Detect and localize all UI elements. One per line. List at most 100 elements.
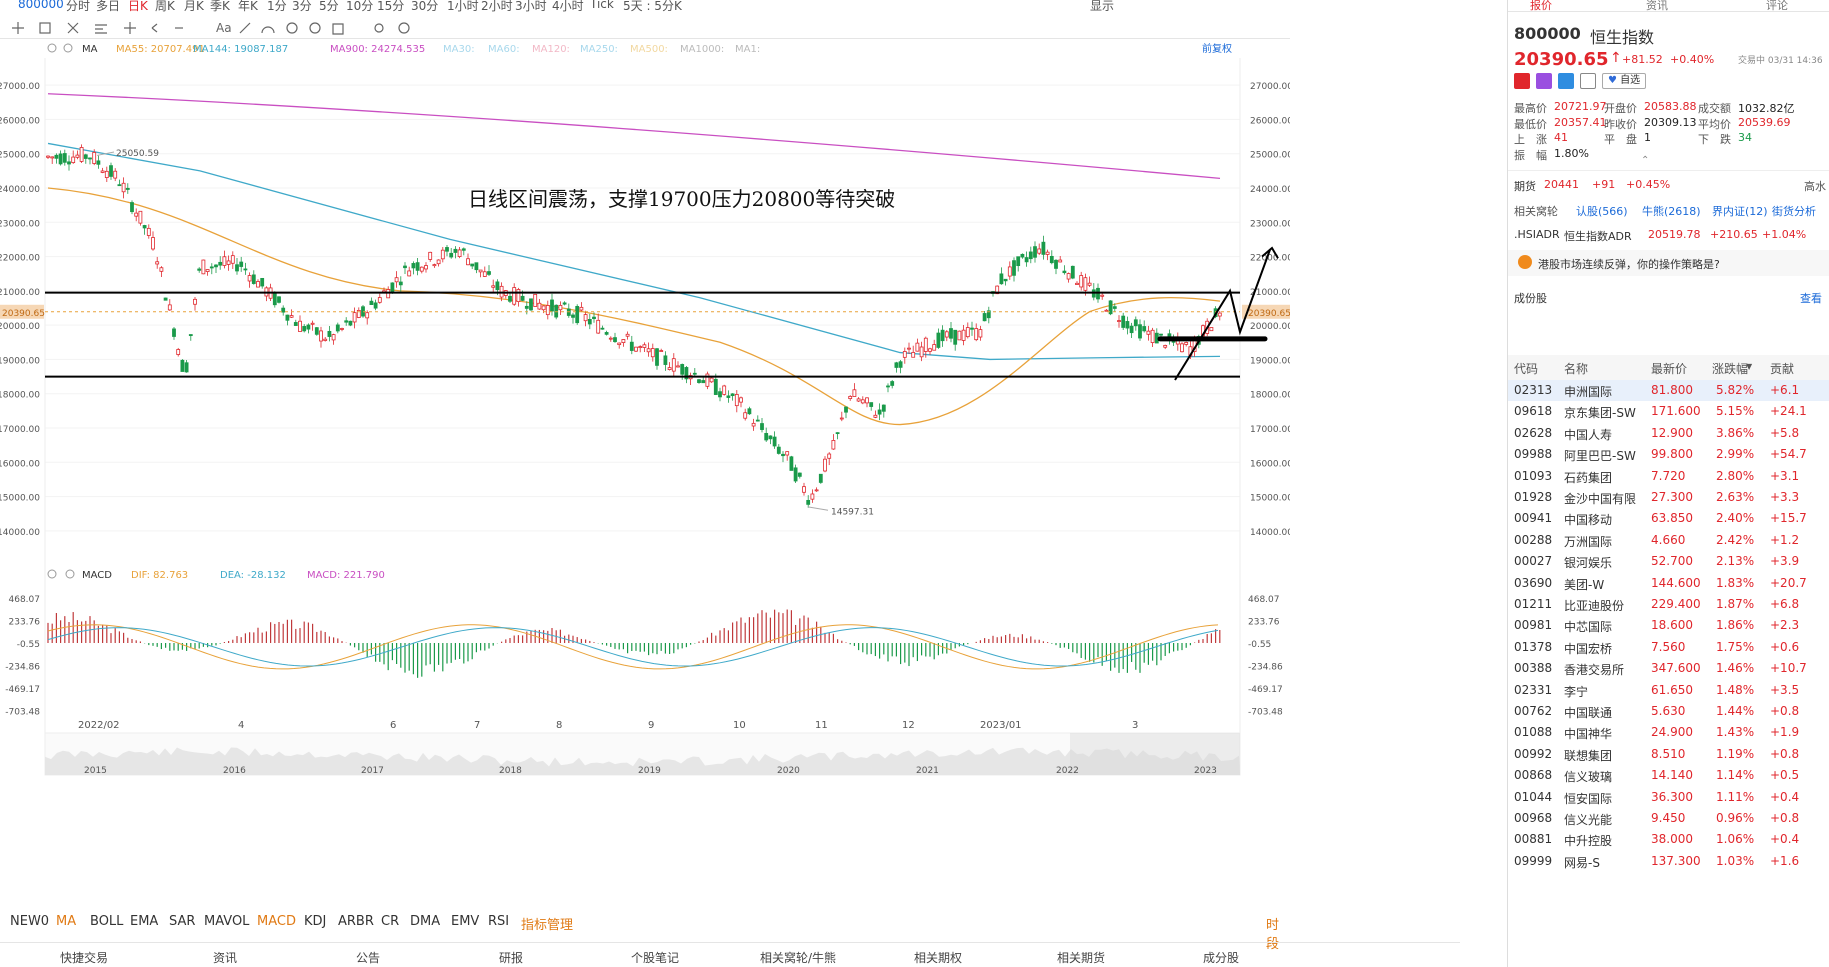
period-16[interactable]: 4小时 xyxy=(552,0,584,14)
period-5[interactable]: 季K xyxy=(210,0,230,14)
kline-chart-svg[interactable]: MA MA55: 20707.491MA144: 19087.187 MA900: … xyxy=(0,40,1290,910)
inline-warrants-link[interactable]: 界内证(12) xyxy=(1712,203,1768,219)
bottom-tab-0[interactable]: 快捷交易 xyxy=(60,949,108,966)
indicator-7[interactable]: KDJ xyxy=(304,914,326,929)
period-0[interactable]: 分时 xyxy=(66,0,90,14)
strategy-prompt[interactable]: 港股市场连续反弹，你的操作策略是? xyxy=(1508,250,1829,276)
bottom-tab-7[interactable]: 相关期货 xyxy=(1057,949,1105,966)
indicator-8[interactable]: ARBR xyxy=(338,914,374,929)
tag-icon[interactable] xyxy=(1558,73,1574,89)
indicator-12[interactable]: RSI xyxy=(488,914,509,929)
indicator-4[interactable]: SAR xyxy=(169,914,195,929)
note-icon[interactable] xyxy=(1580,73,1596,89)
period-17[interactable]: Tick xyxy=(590,0,614,11)
candle-body xyxy=(1209,327,1214,332)
analysis-annotation[interactable]: 日线区间震荡，支撑19700压力20800等待突破 xyxy=(468,187,895,211)
indicator-10[interactable]: DMA xyxy=(410,914,440,929)
table-row[interactable]: 01378 中国宏桥 7.560 1.75% +0.6 xyxy=(1508,637,1829,658)
indicator-9[interactable]: CR xyxy=(381,914,399,929)
table-row[interactable]: 01093 石药集团 7.720 2.80% +3.1 xyxy=(1508,466,1829,487)
table-row[interactable]: 00288 万洲国际 4.660 2.42% +1.2 xyxy=(1508,530,1829,551)
table-row[interactable]: 00762 中国联通 5.630 1.44% +0.8 xyxy=(1508,701,1829,722)
collapse-icon[interactable]: ⌃ xyxy=(1641,155,1649,166)
bottom-tab-6[interactable]: 相关期权 xyxy=(914,949,962,966)
table-row[interactable]: 00941 中国移动 63.850 2.40% +15.7 xyxy=(1508,508,1829,529)
macd-settings-icon[interactable] xyxy=(47,569,57,579)
table-row[interactable]: 00981 中芯国际 18.600 1.86% +2.3 xyxy=(1508,615,1829,636)
table-row[interactable]: 01928 金沙中国有限 27.300 2.63% +3.3 xyxy=(1508,487,1829,508)
indicator-0[interactable]: NEW0 xyxy=(10,914,49,929)
indicator-5[interactable]: MAVOL xyxy=(204,914,249,929)
table-row[interactable]: 03690 美团-W 144.600 1.83% +20.7 xyxy=(1508,573,1829,594)
table-row[interactable]: 09999 网易-S 137.300 1.03% +1.6 xyxy=(1508,851,1829,872)
table-row[interactable]: 00868 信义玻璃 14.140 1.14% +0.5 xyxy=(1508,765,1829,786)
street-analysis-link[interactable]: 街货分析 xyxy=(1772,203,1816,219)
table-row[interactable]: 02628 中国人寿 12.900 3.86% +5.8 xyxy=(1508,423,1829,444)
period-3[interactable]: 周K xyxy=(155,0,175,14)
indicator-13[interactable]: 指标管理 xyxy=(521,914,573,933)
tab-news[interactable]: 资讯 xyxy=(1646,0,1668,13)
macd-label[interactable]: MACD xyxy=(82,570,112,581)
period-1[interactable]: 多日 xyxy=(96,0,120,14)
table-row[interactable]: 00027 银河娱乐 52.700 2.13% +3.9 xyxy=(1508,551,1829,572)
period-13[interactable]: 1小时 xyxy=(447,0,479,14)
period-15[interactable]: 3小时 xyxy=(515,0,547,14)
period-4[interactable]: 月K xyxy=(184,0,204,14)
indicator-6[interactable]: MACD xyxy=(257,914,296,929)
bottom-tab-3[interactable]: 研报 xyxy=(499,949,523,966)
col-contribution[interactable]: 贡献 xyxy=(1770,360,1794,377)
bottom-tab-4[interactable]: 个股笔记 xyxy=(631,949,679,966)
up-arrow-icon: ↑ xyxy=(1610,50,1622,66)
table-row[interactable]: 09618 京东集团-SW 171.600 5.15% +24.1 xyxy=(1508,401,1829,422)
table-row[interactable]: 00968 信义光能 9.450 0.96% +0.8 xyxy=(1508,808,1829,829)
bottom-tab-5[interactable]: 相关窝轮/牛熊 xyxy=(760,949,836,966)
indicator-3[interactable]: EMA xyxy=(130,914,158,929)
table-row[interactable]: 00388 香港交易所 347.600 1.46% +10.7 xyxy=(1508,658,1829,679)
period-10[interactable]: 10分 xyxy=(346,0,373,14)
period-18[interactable]: 5天 : 5分K xyxy=(623,0,682,14)
period-7[interactable]: 1分 xyxy=(267,0,287,14)
indicator-1[interactable]: MA xyxy=(56,914,76,929)
table-row[interactable]: 09988 阿里巴巴-SW 99.800 2.99% +54.7 xyxy=(1508,444,1829,465)
table-row[interactable]: 01088 中国神华 24.900 1.43% +1.9 xyxy=(1508,722,1829,743)
table-row[interactable]: 02313 申洲国际 81.800 5.82% +6.1 xyxy=(1508,380,1829,401)
view-more-link[interactable]: 查看 xyxy=(1800,290,1822,306)
table-row[interactable]: 00881 中升控股 38.000 1.06% +0.4 xyxy=(1508,829,1829,850)
col-price[interactable]: 最新价 xyxy=(1651,360,1687,377)
period-2[interactable]: 日K xyxy=(128,0,148,14)
drawing-tools-icons[interactable]: Aa xyxy=(0,17,420,39)
period-8[interactable]: 3分 xyxy=(292,0,312,14)
table-row[interactable]: 00992 联想集团 8.510 1.19% +0.8 xyxy=(1508,744,1829,765)
lightning-icon[interactable] xyxy=(1536,73,1552,89)
indicator-2[interactable]: BOLL xyxy=(90,914,123,929)
close-icon[interactable] xyxy=(63,43,73,53)
tab-quote[interactable]: 报价 xyxy=(1530,0,1552,13)
table-row[interactable]: 01211 比亚迪股份 229.400 1.87% +6.8 xyxy=(1508,594,1829,615)
col-code[interactable]: 代码 xyxy=(1514,360,1538,377)
macd-close-icon[interactable] xyxy=(65,569,75,579)
table-row[interactable]: 01044 恒安国际 36.300 1.11% +0.4 xyxy=(1508,787,1829,808)
tab-comments[interactable]: 评论 xyxy=(1766,0,1788,13)
settings-icon[interactable] xyxy=(47,43,57,53)
ma-label[interactable]: MA xyxy=(82,44,98,55)
period-12[interactable]: 30分 xyxy=(411,0,438,14)
bottom-tab-1[interactable]: 资讯 xyxy=(213,949,237,966)
bottom-tab-2[interactable]: 公告 xyxy=(356,949,380,966)
sort-down-icon[interactable]: ▼ xyxy=(1746,362,1752,371)
period-14[interactable]: 2小时 xyxy=(481,0,513,14)
indicator-11[interactable]: EMV xyxy=(451,914,479,929)
period-9[interactable]: 5分 xyxy=(319,0,339,14)
period-11[interactable]: 15分 xyxy=(377,0,404,14)
kline-chart-area[interactable]: MA MA55: 20707.491 MA144: 19087.187 MA900: … xyxy=(0,40,1290,926)
warrants-call-link[interactable]: 认股(566) xyxy=(1576,203,1628,219)
col-change-pct[interactable]: 涨跌幅 xyxy=(1712,360,1748,377)
cbbc-link[interactable]: 牛熊(2618) xyxy=(1642,203,1701,219)
table-row[interactable]: 02331 李宁 61.650 1.48% +3.5 xyxy=(1508,680,1829,701)
add-favorite-button[interactable]: ♥ 自选 xyxy=(1602,73,1647,89)
col-name[interactable]: 名称 xyxy=(1564,360,1588,377)
period-6[interactable]: 年K xyxy=(238,0,258,14)
bottom-tab-8[interactable]: 成分股 xyxy=(1203,949,1239,966)
adjust-label[interactable]: 前复权 xyxy=(1202,42,1232,55)
display-menu[interactable]: 显示 xyxy=(1090,0,1114,14)
symbol-label[interactable]: 800000 xyxy=(18,0,64,11)
